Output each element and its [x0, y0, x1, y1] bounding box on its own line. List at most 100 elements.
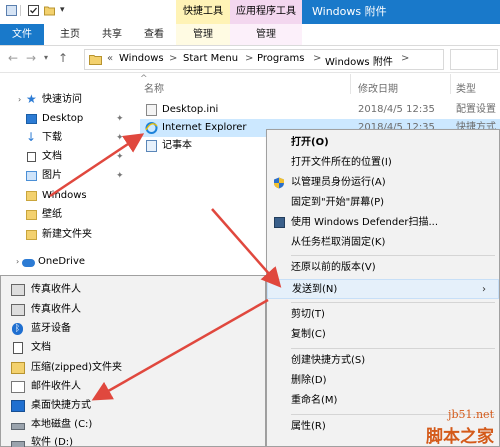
quick-access-dropdown-icon[interactable]: ▾ — [60, 5, 71, 16]
menu-separator — [291, 302, 495, 303]
folder-icon — [89, 55, 102, 65]
forward-arrow-icon[interactable]: → — [26, 51, 36, 65]
file-row-desktop-ini[interactable]: Desktop.ini 2018/4/5 12:35 配置设置 — [140, 101, 500, 119]
nav-item-documents[interactable]: 文档 ✦ — [0, 147, 138, 167]
nav-item-pictures[interactable]: 图片 ✦ — [0, 166, 138, 186]
tab-share[interactable]: 共享 — [92, 24, 132, 45]
menu-label: 本地磁盘 (C:) — [31, 419, 93, 430]
address-field[interactable]: « Windows > Start Menu > Programs > Wind… — [84, 49, 444, 70]
breadcrumb-separator[interactable]: > — [169, 53, 177, 64]
file-name: Internet Explorer — [162, 122, 247, 133]
nav-item-onedrive[interactable]: › OneDrive — [0, 252, 138, 272]
window-title: Windows 附件 — [312, 5, 387, 18]
send-to-mail[interactable]: 邮件收件人 — [1, 377, 265, 397]
new-folder-icon[interactable] — [44, 5, 55, 16]
nav-item-desktop[interactable]: Desktop ✦ — [0, 109, 138, 129]
tab-manage-shortcut[interactable]: 管理 — [176, 24, 230, 45]
title-bar: ▾ 快捷工具 应用程序工具 Windows 附件 — [0, 0, 500, 24]
properties-icon[interactable] — [28, 5, 39, 16]
menu-run-as-admin[interactable]: 以管理员身份运行(A) — [267, 173, 499, 193]
ribbon-tabs: 文件 主页 共享 查看 管理 管理 — [0, 24, 500, 46]
send-to-bluetooth[interactable]: ᛒ 蓝牙设备 — [1, 319, 265, 339]
nav-label: 图片 — [42, 170, 62, 181]
send-to-zip[interactable]: 压缩(zipped)文件夹 — [1, 358, 265, 378]
menu-open-file-location[interactable]: 打开文件所在的位置(I) — [267, 153, 499, 173]
send-to-drive-c[interactable]: 本地磁盘 (C:) — [1, 415, 265, 435]
pin-icon[interactable]: ✦ — [116, 147, 124, 167]
breadcrumb-start-menu[interactable]: Start Menu — [183, 53, 238, 64]
back-arrow-icon[interactable]: ← — [8, 51, 18, 65]
tab-manage-app[interactable]: 管理 — [230, 24, 302, 45]
cloud-icon — [22, 259, 35, 267]
send-to-documents[interactable]: 文档 — [1, 338, 265, 358]
nav-item-downloads[interactable]: ↓ 下载 ✦ — [0, 128, 138, 148]
column-header-name[interactable]: 名称 — [144, 80, 164, 95]
menu-pin-to-start[interactable]: 固定到"开始"屏幕(P) — [267, 193, 499, 213]
send-to-desktop-shortcut[interactable]: 桌面快捷方式 — [1, 396, 265, 416]
nav-label: 文档 — [42, 151, 62, 162]
bluetooth-icon: ᛒ — [12, 323, 23, 335]
send-to-fax-2[interactable]: 传真收件人 — [1, 300, 265, 320]
breadcrumb-separator[interactable]: > — [313, 53, 321, 64]
menu-label: 重命名(M) — [291, 395, 338, 406]
menu-label: 蓝牙设备 — [31, 323, 71, 334]
breadcrumb-windows-accessories[interactable]: Windows 附件 — [325, 53, 393, 68]
zip-folder-icon — [11, 362, 25, 374]
menu-restore-previous[interactable]: 还原以前的版本(V) — [267, 258, 499, 278]
menu-cut[interactable]: 剪切(T) — [267, 305, 499, 325]
fax-icon — [11, 304, 25, 316]
menu-unpin-taskbar[interactable]: 从任务栏取消固定(K) — [267, 233, 499, 253]
send-to-fax-1[interactable]: 传真收件人 — [1, 280, 265, 300]
column-header-type[interactable]: 类型 — [456, 80, 476, 95]
breadcrumb-separator[interactable]: > — [245, 53, 253, 64]
breadcrumb-windows[interactable]: Windows — [119, 53, 164, 64]
menu-copy[interactable]: 复制(C) — [267, 325, 499, 345]
chevron-right-icon: › — [482, 284, 486, 295]
nav-item-quick-access[interactable]: › ★ 快速访问 — [0, 90, 138, 110]
pin-icon[interactable]: ✦ — [116, 166, 124, 186]
context-tab-app[interactable]: 应用程序工具 — [230, 0, 302, 24]
menu-open[interactable]: 打开(O) — [267, 133, 499, 153]
nav-item-wallpaper[interactable]: 壁纸 — [0, 205, 138, 225]
nav-item-new-folder[interactable]: 新建文件夹 — [0, 225, 138, 245]
folder-icon — [26, 191, 37, 201]
tab-view[interactable]: 查看 — [134, 24, 174, 45]
menu-label: 属性(R) — [291, 421, 326, 432]
tab-home[interactable]: 主页 — [50, 24, 90, 45]
up-arrow-icon[interactable]: ↑ — [58, 51, 68, 65]
menu-label: 软件 (D:) — [31, 437, 74, 447]
pin-icon[interactable]: ✦ — [116, 109, 124, 129]
menu-create-shortcut[interactable]: 创建快捷方式(S) — [267, 351, 499, 371]
search-input[interactable] — [450, 49, 498, 70]
breadcrumb-overflow[interactable]: « — [107, 53, 113, 64]
pin-icon[interactable]: ✦ — [116, 128, 124, 148]
menu-label: 桌面快捷方式 — [31, 400, 91, 411]
column-header-date[interactable]: 修改日期 — [358, 80, 398, 95]
tab-file[interactable]: 文件 — [0, 24, 44, 45]
document-icon — [13, 342, 23, 354]
column-divider[interactable] — [350, 74, 351, 94]
expand-arrow-icon[interactable]: › — [16, 252, 19, 272]
settings-file-icon — [146, 104, 157, 116]
file-type: 配置设置 — [456, 104, 496, 115]
menu-delete[interactable]: 删除(D) — [267, 371, 499, 391]
breadcrumb-programs[interactable]: Programs — [257, 53, 304, 64]
nav-label: 下载 — [42, 132, 62, 143]
menu-send-to[interactable]: 发送到(N) › — [267, 279, 499, 299]
menu-defender-scan[interactable]: 使用 Windows Defender扫描... — [267, 213, 499, 233]
nav-label: 壁纸 — [42, 209, 62, 220]
ie-icon — [145, 122, 158, 134]
menu-label: 以管理员身份运行(A) — [291, 177, 386, 188]
recent-dropdown-icon[interactable]: ▾ — [44, 53, 48, 62]
expand-arrow-icon[interactable]: › — [18, 90, 21, 110]
folder-icon — [26, 230, 37, 240]
context-tab-shortcut[interactable]: 快捷工具 — [176, 0, 230, 24]
nav-label: 快速访问 — [42, 94, 82, 105]
nav-item-windows[interactable]: Windows — [0, 186, 138, 206]
breadcrumb-separator[interactable]: > — [401, 53, 409, 64]
send-to-drive-d[interactable]: 软件 (D:) — [1, 433, 265, 447]
watermark-site: jb51.net — [448, 408, 494, 421]
file-name: 记事本 — [162, 140, 192, 151]
column-divider[interactable] — [450, 74, 451, 94]
menu-label: 创建快捷方式(S) — [291, 355, 366, 366]
